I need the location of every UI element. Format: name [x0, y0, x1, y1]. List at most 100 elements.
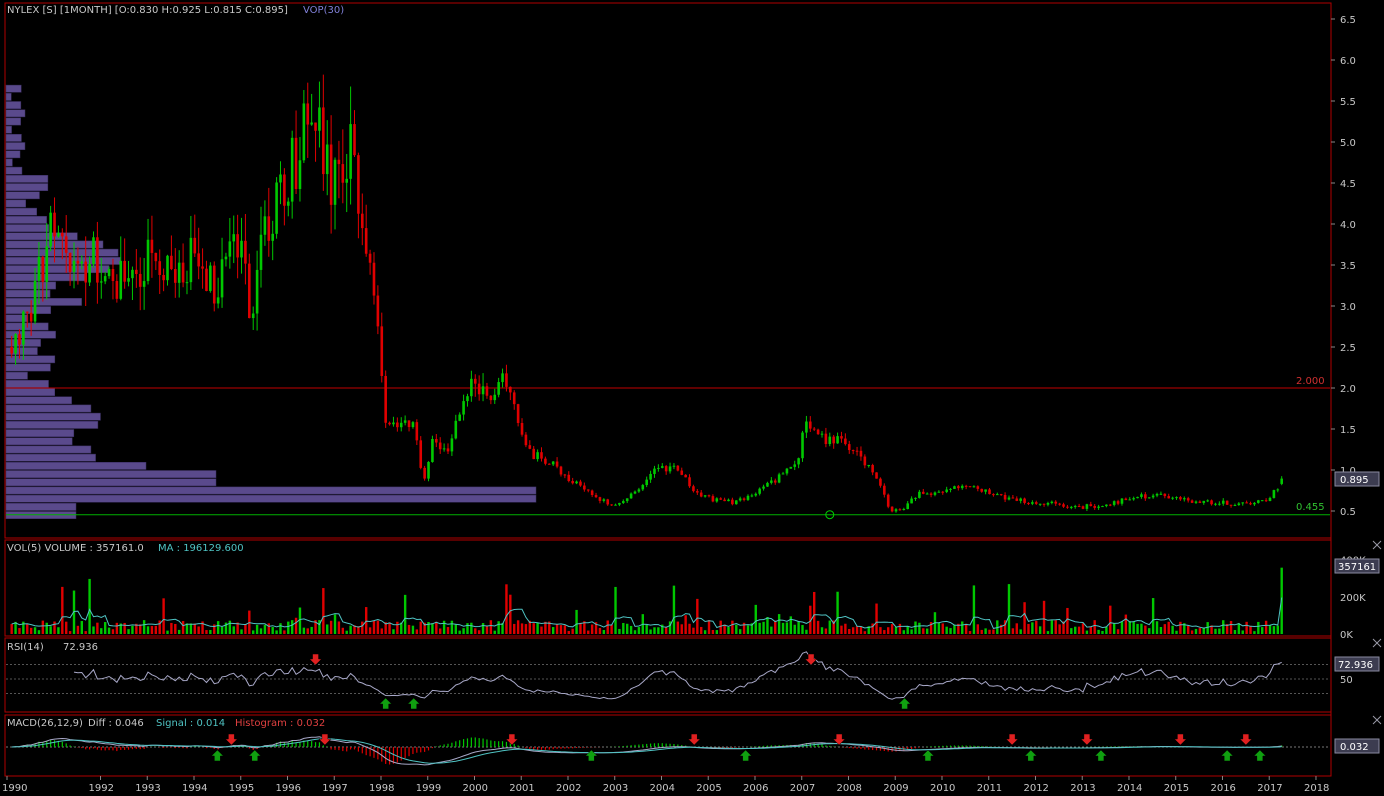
- macd-buy-arrow-icon: [248, 749, 262, 762]
- rsi-buy-arrow-icon: [379, 697, 393, 710]
- candle-body: [477, 383, 481, 395]
- volume-bar: [115, 622, 119, 634]
- volume-bar: [1272, 626, 1276, 634]
- candle-body: [454, 420, 458, 439]
- candle-body: [357, 155, 360, 214]
- close-rsi-panel-icon[interactable]: [1372, 638, 1382, 648]
- candle-body: [407, 420, 411, 428]
- volume-bar: [797, 621, 800, 634]
- candle-body: [770, 480, 773, 483]
- candle-body: [781, 473, 785, 475]
- candle-body: [1276, 489, 1280, 491]
- candle-body: [945, 489, 948, 492]
- candle-body: [493, 394, 497, 401]
- volume-bar: [1023, 602, 1026, 634]
- volume-bar: [614, 586, 617, 634]
- candle-body: [879, 478, 882, 486]
- candle-body: [1237, 503, 1241, 506]
- candle-body: [33, 280, 37, 322]
- volume-bar: [388, 622, 391, 634]
- x-tick-label: 1990: [2, 783, 27, 794]
- candle-body: [692, 486, 695, 492]
- candle-body: [392, 422, 395, 425]
- volume-bar: [1074, 626, 1077, 634]
- candle-body: [267, 216, 271, 241]
- candle-body: [302, 103, 306, 161]
- volume-bar: [851, 627, 855, 634]
- volume-bar: [602, 630, 606, 634]
- candle-body: [485, 386, 489, 396]
- volume-bar: [1136, 623, 1139, 634]
- close-macd-panel-icon[interactable]: [1372, 715, 1382, 725]
- candle-body: [224, 256, 228, 260]
- candle-body: [653, 468, 656, 474]
- x-tick-label: 2014: [1117, 783, 1142, 794]
- stock-chart[interactable]: 6.56.05.55.04.54.03.53.02.52.01.51.00.54…: [0, 0, 1384, 796]
- volume-bar: [762, 621, 765, 634]
- candle-body: [1062, 504, 1065, 507]
- x-tick-label: 1994: [182, 783, 207, 794]
- candle-body: [750, 495, 754, 497]
- candle-body: [372, 262, 376, 296]
- volume-bar: [820, 627, 824, 634]
- candle-body: [431, 439, 434, 462]
- y-tick-label: 2.0: [1340, 384, 1356, 395]
- candle-body: [925, 493, 929, 495]
- volume-bar: [150, 626, 154, 634]
- volume-bar: [146, 626, 150, 634]
- volume-bar: [294, 617, 298, 634]
- candle-body: [890, 506, 894, 512]
- x-tick-label: 2002: [556, 783, 581, 794]
- macd-signal-line: [11, 738, 1282, 764]
- candle-body: [933, 492, 937, 495]
- candle-body: [953, 486, 956, 489]
- volume-bar: [1249, 625, 1252, 634]
- rsi-panel[interactable]: [4, 637, 1332, 713]
- volume-bar: [1058, 624, 1061, 634]
- volume-bar: [606, 620, 609, 634]
- rsi-label: RSI(14): [7, 642, 44, 653]
- price-panel[interactable]: [4, 2, 1332, 539]
- volume-bar: [754, 604, 757, 634]
- volume-bar: [376, 620, 380, 634]
- volume-last-value: 357161: [1338, 562, 1376, 573]
- candle-body: [746, 495, 750, 500]
- candle-body: [489, 395, 493, 401]
- candle-body: [283, 174, 286, 206]
- volume-bar: [18, 628, 21, 634]
- candle-body: [918, 491, 921, 498]
- volume-bar: [1035, 620, 1038, 634]
- volume-bar: [76, 625, 80, 634]
- candle-body: [567, 474, 571, 482]
- volume-bar: [1109, 605, 1112, 634]
- candle-body: [801, 432, 804, 459]
- volume-bar: [1241, 630, 1244, 634]
- candle-body: [828, 436, 832, 445]
- candle-body: [832, 436, 835, 444]
- candle-body: [641, 485, 645, 490]
- macd-sell-arrow-icon: [687, 733, 701, 746]
- volume-bar: [131, 625, 134, 634]
- candle-body: [376, 295, 380, 327]
- volume-bar: [170, 622, 173, 634]
- candle-body: [1058, 503, 1061, 505]
- candle-body: [481, 386, 485, 395]
- candle-body: [551, 461, 555, 465]
- candle-body: [1186, 498, 1190, 501]
- volume-bar: [536, 622, 539, 634]
- candle-body: [353, 124, 356, 156]
- close-volume-panel-icon[interactable]: [1372, 540, 1382, 550]
- volume-bar: [813, 591, 816, 634]
- candle-body: [867, 465, 871, 467]
- volume-bar: [216, 621, 220, 634]
- candle-body: [816, 429, 820, 435]
- vop-bar: [5, 281, 56, 290]
- vop-bar: [5, 380, 49, 388]
- volume-bar: [567, 631, 570, 634]
- candle-body: [103, 276, 107, 282]
- y-tick-label: 3.0: [1340, 302, 1356, 313]
- candle-body: [1140, 494, 1143, 497]
- volume-bar: [925, 628, 929, 634]
- candle-body: [181, 262, 185, 283]
- candle-body: [532, 448, 536, 460]
